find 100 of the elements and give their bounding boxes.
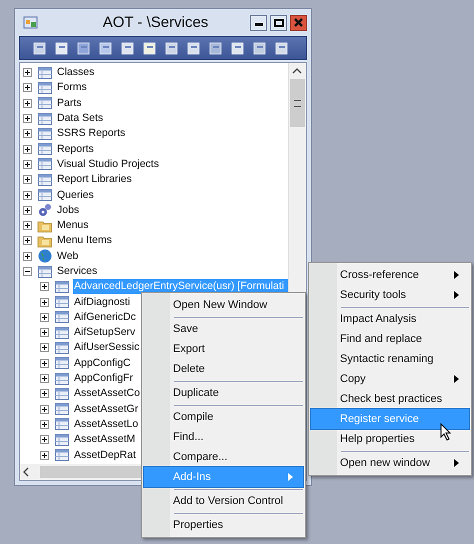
toolbar-icon[interactable] [208,40,224,56]
minimize-button[interactable] [250,14,267,30]
menu-item[interactable]: Find and replace [311,329,469,349]
tree-item[interactable]: Report Libraries [56,172,133,188]
expand-toggle[interactable] [40,404,49,414]
menu-item[interactable]: Security tools [311,285,469,305]
tree-item[interactable]: AssetAssetGr [73,402,140,417]
menu-item[interactable]: Export [144,339,303,359]
tree-item[interactable]: Services [56,264,98,279]
toolbar-icon[interactable] [142,40,158,56]
toolbar-icon[interactable] [252,40,268,56]
tree-item[interactable]: AssetAssetM [73,432,136,448]
tree-item[interactable]: Forms [56,80,88,96]
tree-item[interactable]: AppConfigFr [73,371,134,386]
expand-toggle[interactable] [23,190,32,200]
tree-item[interactable]: AssetDepRat [73,448,137,463]
grid-icon [37,64,53,81]
menu-item[interactable]: Delete [144,359,303,379]
menu-item[interactable]: Duplicate [144,383,303,403]
tree-item[interactable]: Classes [56,65,96,80]
tree-item[interactable]: AppConfigC [73,356,132,371]
tree-item[interactable]: AifSetupServ [73,325,136,340]
toolbar-icon[interactable] [186,40,202,56]
expand-toggle[interactable] [40,282,49,292]
toolbar-icon[interactable] [98,40,114,56]
expand-toggle[interactable] [40,420,49,429]
tree-item[interactable]: Queries [56,188,95,203]
menu-item[interactable]: Check best practices [311,389,469,409]
mouse-cursor-icon [440,423,452,441]
expand-toggle[interactable] [23,206,32,215]
grid-icon [54,416,70,432]
menu-item[interactable]: Add to Version Control [144,491,303,511]
expand-toggle[interactable] [23,175,32,184]
close-button[interactable] [290,14,307,30]
tree-item[interactable]: SSRS Reports [56,126,126,142]
grid-icon [54,447,70,464]
tree-item[interactable]: AssetAssetCo [73,386,141,402]
tree-item[interactable]: AifUserSessic [73,340,140,356]
expand-toggle[interactable] [40,358,49,368]
grid-icon [37,172,53,188]
toolbar-icon[interactable] [76,40,92,56]
grid-icon [54,386,70,402]
grid-icon [54,355,70,372]
grid-icon [37,95,53,112]
grid-icon [37,156,53,172]
toolbar-icon[interactable] [32,40,48,56]
menu-item[interactable]: Compare... [144,447,303,467]
expand-toggle[interactable] [40,298,49,307]
gears-icon [37,202,53,218]
tree-item[interactable]: Menus [56,218,90,234]
window-title: AOT - \Services [102,14,210,31]
toolbar-icon[interactable] [54,40,70,56]
expand-toggle[interactable] [40,312,49,322]
menu-item[interactable]: Open new window [311,453,469,473]
menu-item[interactable]: Compile [144,407,303,427]
menu-item[interactable]: Save [144,319,303,339]
expand-toggle[interactable] [23,129,32,138]
grid-icon [37,126,53,142]
expand-toggle[interactable] [23,83,32,92]
tree-item[interactable]: Visual Studio Projects [56,156,160,172]
expand-toggle[interactable] [23,221,32,230]
expand-toggle[interactable] [40,389,49,398]
tree-item[interactable]: Web [56,248,80,264]
expand-toggle[interactable] [40,328,49,338]
expand-toggle[interactable] [40,435,49,444]
expand-toggle[interactable] [23,144,32,154]
tree-item[interactable]: AssetAssetLo [73,416,140,432]
menu-item[interactable]: Copy [311,369,469,389]
tree-item[interactable]: Jobs [56,202,80,218]
menu-item[interactable]: Help properties [311,429,469,449]
menu-item[interactable]: Impact Analysis [311,309,469,329]
expand-toggle[interactable] [23,252,32,261]
expand-toggle[interactable] [23,68,32,78]
collapse-toggle[interactable] [23,267,32,276]
tree-item[interactable]: Data Sets [56,111,104,126]
toolbar-icon[interactable] [120,40,136,56]
menu-item[interactable]: Find... [144,427,303,447]
toolbar-icon[interactable] [164,40,180,56]
expand-toggle[interactable] [23,114,32,124]
grid-icon [37,80,53,96]
menu-item[interactable]: Properties [144,515,303,535]
grid-icon [37,141,53,158]
toolbar-icon[interactable] [274,40,290,56]
expand-toggle[interactable] [40,374,49,384]
expand-toggle[interactable] [23,160,32,169]
tree-item[interactable]: AifDiagnosti [73,294,132,310]
toolbar-icon[interactable] [230,40,246,56]
expand-toggle[interactable] [23,98,32,108]
maximize-button[interactable] [270,14,287,30]
menu-item[interactable]: Syntactic renaming [311,349,469,369]
tree-item[interactable]: Menu Items [56,233,113,248]
menu-item[interactable]: Open New Window [144,295,303,315]
globe-icon [37,248,53,264]
tree-item[interactable]: AifGenericDc [73,310,137,325]
tree-item[interactable]: Parts [56,96,83,111]
expand-toggle[interactable] [23,236,32,246]
tree-item[interactable]: Reports [56,142,95,157]
expand-toggle[interactable] [40,450,49,460]
expand-toggle[interactable] [40,343,49,352]
menu-item[interactable]: Cross-reference [311,265,469,285]
